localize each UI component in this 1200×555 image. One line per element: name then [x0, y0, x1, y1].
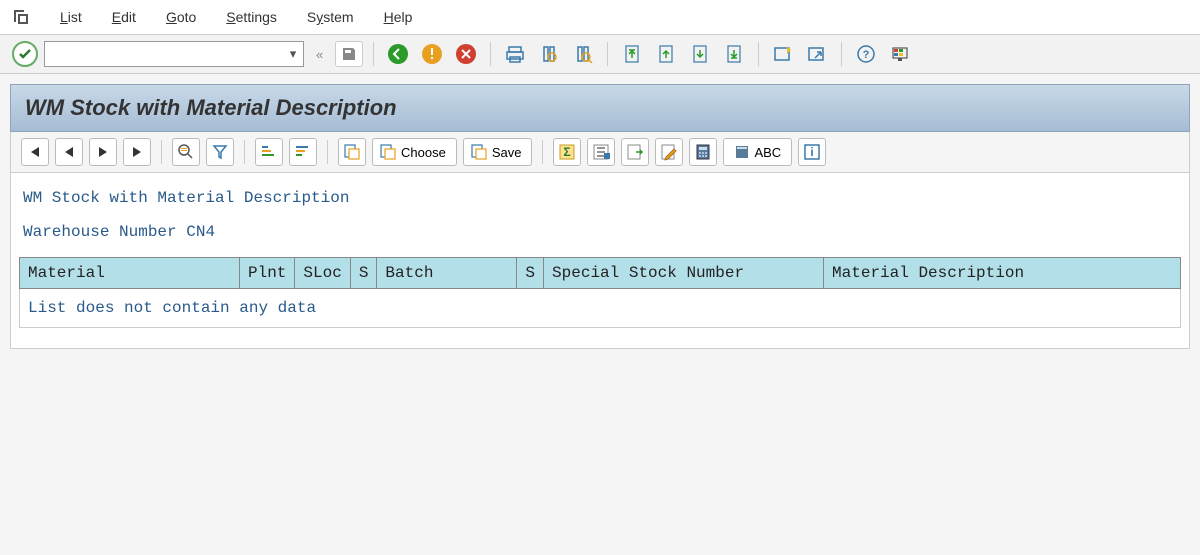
command-field-input[interactable]: [45, 42, 283, 66]
sort-desc-button[interactable]: [289, 138, 317, 166]
sum-button[interactable]: Σ: [553, 138, 581, 166]
application-toolbar: Choose Save Σ ABC i: [10, 132, 1190, 173]
details-button[interactable]: [172, 138, 200, 166]
col-sloc[interactable]: SLoc: [295, 258, 350, 289]
separator: [373, 42, 374, 66]
svg-text:?: ?: [863, 49, 870, 61]
find-next-button[interactable]: [569, 41, 597, 67]
cancel-button[interactable]: [452, 41, 480, 67]
print-button[interactable]: [501, 41, 529, 67]
separator: [327, 140, 328, 164]
separator: [244, 140, 245, 164]
choose-button[interactable]: Choose: [372, 138, 457, 166]
separator: [607, 42, 608, 66]
col-batch[interactable]: Batch: [377, 258, 517, 289]
subtotal-button[interactable]: [587, 138, 615, 166]
menu-edit[interactable]: Edit: [112, 9, 136, 25]
next-page-button[interactable]: [686, 41, 714, 67]
col-material-desc[interactable]: Material Description: [824, 258, 1181, 289]
svg-text:Σ: Σ: [564, 145, 571, 159]
edit-button[interactable]: [655, 138, 683, 166]
svg-text:i: i: [811, 145, 814, 159]
result-table: Material Plnt SLoc S Batch S Special Sto…: [19, 257, 1181, 328]
warehouse-label: Warehouse Number: [23, 223, 177, 241]
col-material[interactable]: Material: [20, 258, 240, 289]
filter-button[interactable]: [206, 138, 234, 166]
menu-system[interactable]: System: [307, 9, 354, 25]
back-button[interactable]: [384, 41, 412, 67]
next-record-button[interactable]: [89, 138, 117, 166]
first-page-button[interactable]: [618, 41, 646, 67]
export-button[interactable]: [621, 138, 649, 166]
help-button[interactable]: ?: [852, 41, 880, 67]
abc-button[interactable]: ABC: [723, 138, 792, 166]
separator: [490, 42, 491, 66]
prev-page-button[interactable]: [652, 41, 680, 67]
standard-toolbar: ▾ « ?: [0, 35, 1200, 74]
col-special-stock[interactable]: Special Stock Number: [544, 258, 824, 289]
enter-button[interactable]: [12, 41, 38, 67]
command-dropdown-icon[interactable]: ▾: [283, 46, 303, 62]
report-title-line: WM Stock with Material Description: [19, 189, 1181, 207]
prev-record-button[interactable]: [55, 138, 83, 166]
separator: [758, 42, 759, 66]
info-button[interactable]: i: [798, 138, 826, 166]
layout-button[interactable]: [886, 41, 914, 67]
app-icon[interactable]: [12, 8, 30, 26]
menu-settings[interactable]: Settings: [226, 9, 277, 25]
menu-list[interactable]: List: [60, 9, 82, 25]
layout-change-button[interactable]: [338, 138, 366, 166]
separator: [841, 42, 842, 66]
last-page-button[interactable]: [720, 41, 748, 67]
save-button[interactable]: [335, 41, 363, 67]
save-layout-button[interactable]: Save: [463, 138, 533, 166]
separator: [542, 140, 543, 164]
col-plnt[interactable]: Plnt: [240, 258, 295, 289]
separator: [161, 140, 162, 164]
warehouse-value: CN4: [186, 223, 215, 241]
command-field-combo[interactable]: ▾: [44, 41, 304, 67]
menu-help[interactable]: Help: [384, 9, 413, 25]
empty-row: List does not contain any data: [20, 289, 1181, 328]
warehouse-line: Warehouse Number CN4: [19, 223, 1181, 241]
choose-label: Choose: [401, 145, 446, 160]
exit-button[interactable]: [418, 41, 446, 67]
last-record-button[interactable]: [123, 138, 151, 166]
col-s1[interactable]: S: [350, 258, 377, 289]
sort-asc-button[interactable]: [255, 138, 283, 166]
calculator-button[interactable]: [689, 138, 717, 166]
new-session-button[interactable]: [769, 41, 797, 67]
collapse-icon[interactable]: «: [316, 47, 323, 62]
content-area: WM Stock with Material Description Choos…: [0, 74, 1200, 359]
menu-goto[interactable]: Goto: [166, 9, 196, 25]
page-title: WM Stock with Material Description: [10, 84, 1190, 132]
report-body: WM Stock with Material Description Wareh…: [10, 173, 1190, 349]
find-button[interactable]: [535, 41, 563, 67]
save-label: Save: [492, 145, 522, 160]
col-s2[interactable]: S: [517, 258, 544, 289]
first-record-button[interactable]: [21, 138, 49, 166]
abc-label: ABC: [754, 145, 781, 160]
menu-bar: List Edit Goto Settings System Help: [0, 0, 1200, 35]
create-shortcut-button[interactable]: [803, 41, 831, 67]
